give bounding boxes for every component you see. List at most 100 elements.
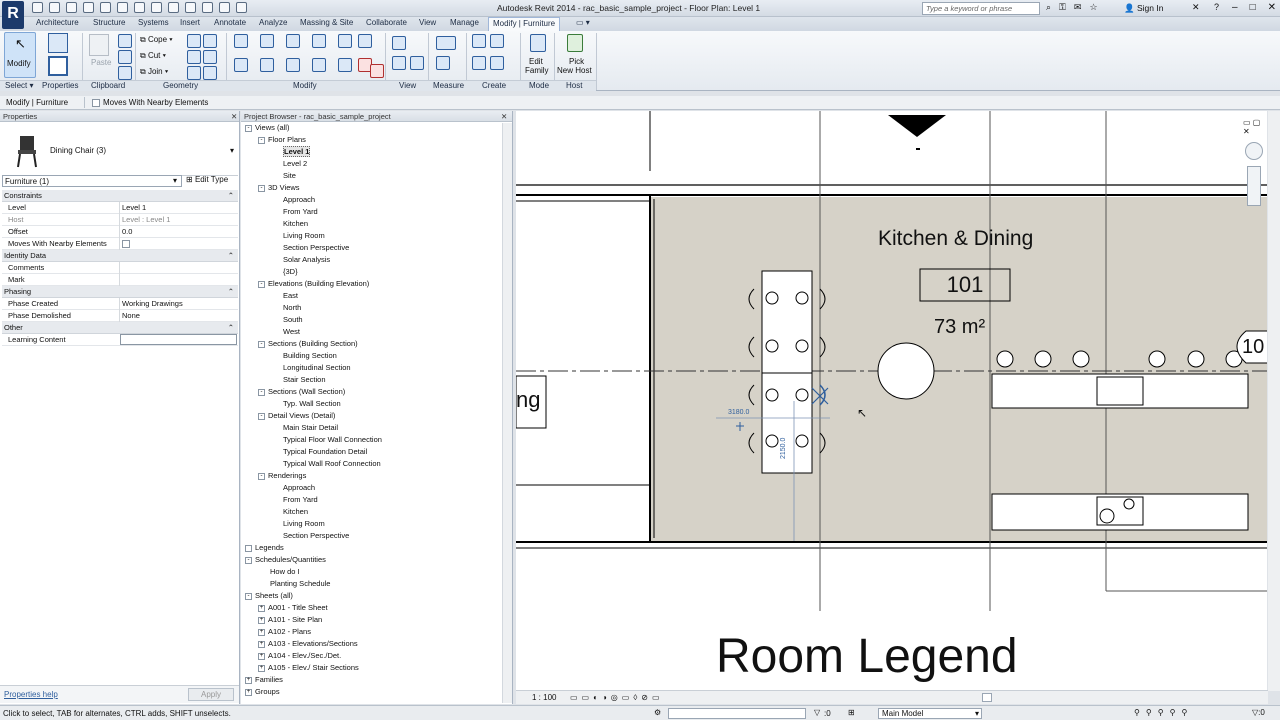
maximize-icon[interactable]: □ [1250, 2, 1256, 13]
browser-item[interactable]: -3D Views [258, 183, 300, 192]
category-phasing[interactable]: Phasing ⌃ [2, 286, 238, 298]
copy-icon[interactable] [118, 50, 132, 64]
measure-icon[interactable] [436, 36, 456, 50]
horizontal-scroll-thumb[interactable] [982, 693, 992, 702]
create-similar-icon[interactable] [490, 56, 504, 70]
subscription-icon[interactable]: ⚿ [1059, 2, 1066, 13]
override-graphics-icon[interactable] [392, 56, 406, 70]
collapse-icon[interactable]: - [258, 388, 265, 396]
workset-dropdown[interactable] [668, 708, 806, 719]
browser-item[interactable]: Kitchen [283, 507, 308, 516]
collapse-icon[interactable]: - [258, 472, 265, 480]
browser-item[interactable]: Planting Schedule [270, 579, 330, 588]
collapse-icon[interactable]: - [258, 184, 265, 192]
prop-mark[interactable]: Mark [2, 274, 238, 286]
browser-scrollbar[interactable] [502, 123, 512, 703]
browser-item[interactable]: Level 1 [283, 146, 311, 157]
browser-item[interactable]: + Groups [245, 687, 280, 696]
prop-level[interactable]: Level Level 1 [2, 202, 238, 214]
collapse-icon[interactable]: - [245, 592, 252, 600]
browser-item[interactable]: + A103 - Elevations/Sections [258, 639, 358, 648]
tab-view[interactable]: View [419, 18, 436, 27]
pick-new-host-button[interactable]: Pick New Host [557, 33, 595, 79]
browser-item[interactable]: From Yard [283, 495, 318, 504]
dimension-vertical[interactable]: 2150.0 [780, 438, 787, 459]
browser-item[interactable]: + Families [245, 675, 283, 684]
measure-icon[interactable] [134, 2, 145, 13]
open-icon[interactable] [32, 2, 43, 13]
close-icon[interactable]: ✕ [1268, 2, 1276, 13]
expand-icon[interactable]: + [258, 628, 265, 636]
category-other[interactable]: Other ⌃ [2, 322, 238, 334]
hide-in-view-icon[interactable] [392, 36, 406, 50]
browser-item[interactable]: Typical Wall Roof Connection [283, 459, 381, 468]
wall-joins-icon[interactable] [187, 34, 201, 48]
browser-item[interactable]: + A102 - Plans [258, 627, 311, 636]
browser-item[interactable]: Section Perspective [283, 531, 349, 540]
browser-item[interactable]: - Elevations (Building Elevation) [258, 279, 369, 288]
expand-icon[interactable]: + [258, 664, 265, 672]
pick-icon[interactable] [203, 66, 217, 80]
split-gap-icon[interactable] [358, 34, 372, 48]
browser-item[interactable]: Living Room [283, 519, 325, 528]
browser-item[interactable]: East [283, 291, 298, 300]
browser-item[interactable]: - Renderings [258, 471, 306, 480]
design-options-icon[interactable]: ⊞ [848, 708, 855, 717]
text-icon[interactable] [151, 2, 162, 13]
browser-item[interactable]: Legends [245, 543, 284, 552]
browser-item[interactable]: How do I [270, 567, 300, 576]
create-parts-icon[interactable] [490, 34, 504, 48]
match-type-icon[interactable] [118, 66, 132, 80]
browser-item[interactable]: - Floor Plans [258, 135, 306, 144]
tab-insert[interactable]: Insert [180, 18, 200, 27]
close-hidden-icon[interactable] [219, 2, 230, 13]
browser-item[interactable]: From Yard [283, 207, 318, 216]
expand-icon[interactable]: + [258, 616, 265, 624]
canvas-vertical-scrollbar[interactable] [1268, 111, 1280, 691]
selection-toggle-icons[interactable]: ⚲⚲⚲⚲⚲ [1134, 708, 1193, 717]
prop-comments[interactable]: Comments [2, 262, 238, 274]
cut-icon[interactable] [118, 34, 132, 48]
sync-icon[interactable] [66, 2, 77, 13]
cut-geometry-button[interactable]: ⧉ Cut ▾ [140, 51, 166, 61]
room-legend-title[interactable]: Room Legend [716, 629, 1018, 684]
expand-icon[interactable]: + [258, 604, 265, 612]
collapse-icon[interactable] [245, 544, 252, 552]
zoom-control-icon[interactable] [1247, 166, 1261, 206]
tab-structure[interactable]: Structure [93, 18, 125, 27]
minimize-icon[interactable]: – [1232, 2, 1238, 13]
help-icon[interactable]: ? [1214, 2, 1219, 12]
browser-item[interactable]: - Sections (Building Section) [258, 339, 358, 348]
type-properties-icon[interactable] [48, 33, 68, 53]
favorites-icon[interactable]: ☆ [1089, 2, 1097, 13]
panel-select[interactable]: Select ▾ [5, 81, 33, 90]
filter-icon[interactable]: ▽ [814, 708, 820, 717]
kitchen-island[interactable] [991, 373, 1249, 409]
browser-item[interactable]: Kitchen [283, 219, 308, 228]
split-face-icon[interactable] [203, 34, 217, 48]
prop-moves-with-nearby[interactable]: Moves With Nearby Elements [2, 238, 238, 250]
floor-plan[interactable] [516, 111, 1267, 690]
category-identity-data[interactable]: Identity Data ⌃ [2, 250, 238, 262]
section-icon[interactable] [185, 2, 196, 13]
browser-item[interactable]: Typ. Wall Section [283, 399, 341, 408]
trim-icon[interactable] [312, 58, 326, 72]
revit-logo-button[interactable]: R [2, 1, 24, 29]
move-icon[interactable] [234, 58, 248, 72]
expand-icon[interactable]: + [245, 688, 252, 696]
moves-with-nearby-checkbox[interactable] [92, 99, 100, 107]
drawing-canvas[interactable]: Kitchen & Dining 101 73 m² ng 10 3180.0 … [516, 111, 1267, 690]
tab-architecture[interactable]: Architecture [36, 18, 79, 27]
apply-button[interactable]: Apply [188, 688, 234, 701]
browser-item[interactable]: Longitudinal Section [283, 363, 351, 372]
cope-button[interactable]: ⧉ Cope ▾ [140, 35, 173, 45]
demolish-icon[interactable] [187, 66, 201, 80]
browser-item[interactable]: Typical Foundation Detail [283, 447, 367, 456]
close-icon[interactable]: ✕ [501, 111, 507, 122]
type-selector[interactable]: Dining Chair (3) ▾ [2, 124, 238, 176]
prop-phase-demolished[interactable]: Phase Demolished None [2, 310, 238, 322]
view-control-icons[interactable]: ▭▭◐◑◎▭◊⊘▭ [570, 693, 664, 702]
save-icon[interactable] [49, 2, 60, 13]
properties-icon[interactable] [48, 56, 68, 76]
round-table[interactable] [877, 342, 935, 400]
